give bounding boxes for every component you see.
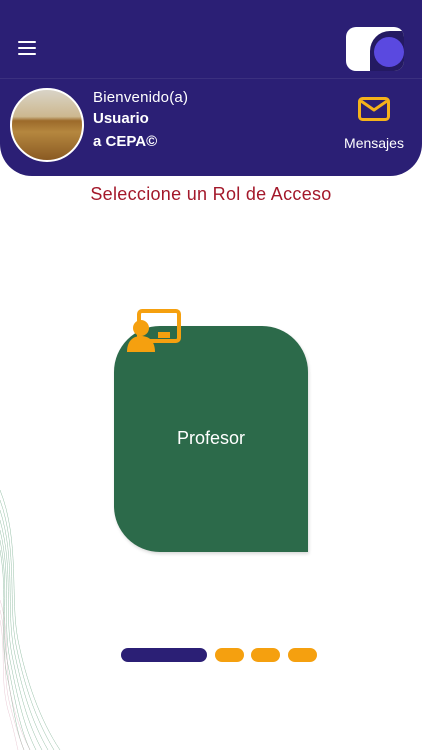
- page-indicator: [0, 648, 422, 664]
- page-dot-4[interactable]: [288, 648, 317, 662]
- hamburger-menu-icon[interactable]: [14, 36, 42, 60]
- page-dot-2[interactable]: [215, 648, 244, 662]
- messages-button[interactable]: Mensajes: [334, 92, 414, 158]
- avatar[interactable]: [10, 88, 84, 162]
- role-label: Profesor: [176, 428, 246, 448]
- header-divider: [0, 78, 422, 79]
- teacher-board-icon: [127, 309, 181, 352]
- page-dot-3[interactable]: [251, 648, 280, 662]
- app-header: Bienvenido(a) Usuario a CEPA© Mensajes: [0, 0, 422, 176]
- top-bar: [0, 0, 422, 78]
- app-logo: [346, 27, 404, 71]
- role-card-profesor[interactable]: Profesor: [114, 326, 308, 552]
- page-dot-1[interactable]: [121, 648, 207, 662]
- messages-label: Mensajes: [344, 135, 404, 151]
- welcome-text: Bienvenido(a): [93, 89, 189, 106]
- envelope-icon: [358, 97, 390, 121]
- page-title: Seleccione un Rol de Acceso: [90, 184, 332, 204]
- user-name: Usuario: [93, 110, 149, 127]
- organization-name: a CEPA©: [93, 133, 158, 150]
- background-wave-decoration: [0, 489, 61, 750]
